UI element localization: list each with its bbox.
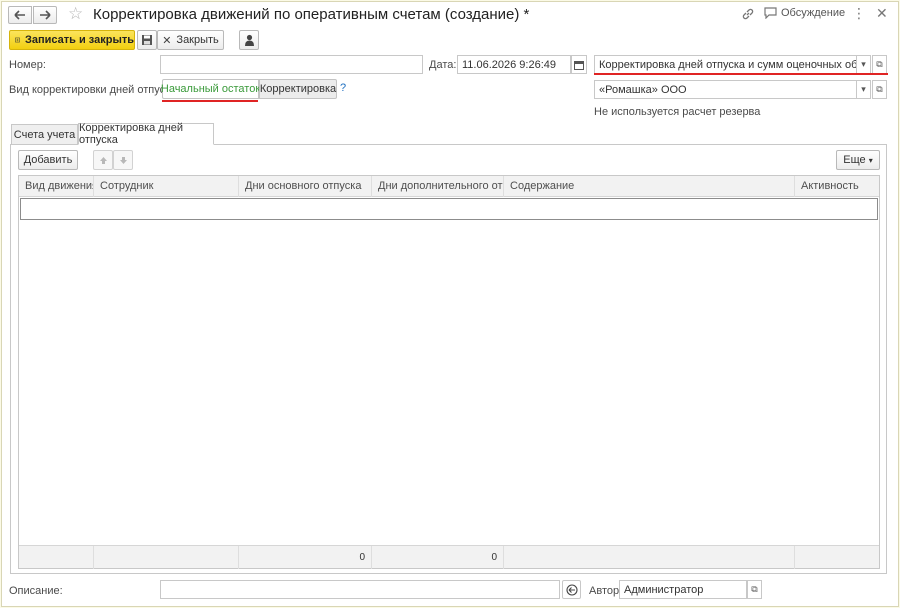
discussion-button[interactable]: Обсуждение: [764, 7, 845, 19]
operation-type-select[interactable]: Корректировка дней отпуска и сумм оценоч…: [594, 55, 857, 74]
column-header-content[interactable]: Содержание: [504, 176, 795, 197]
operation-type-open-button[interactable]: ⧉: [872, 55, 887, 74]
description-label: Описание:: [9, 585, 63, 597]
save-close-icon: [15, 37, 20, 43]
description-edit-button[interactable]: [562, 580, 581, 599]
author-label: Автор:: [589, 585, 623, 597]
adjust-kind-option-initial-label: Начальный остаток: [160, 83, 261, 95]
arrow-down-icon: [119, 156, 127, 164]
tab-accounts-label: Счета учета: [13, 128, 76, 141]
window-title: Корректировка движений по оперативным сч…: [93, 6, 530, 23]
operation-type-dropdown-button[interactable]: ▾: [856, 55, 871, 74]
adjust-kind-option-correction-label: Корректировка: [259, 83, 337, 95]
number-input[interactable]: [160, 55, 423, 74]
discussion-label: Обсуждение: [781, 7, 846, 19]
more-label: Еще: [843, 154, 866, 166]
save-and-close-label: Записать и закрыть: [24, 34, 134, 46]
tab-vacation-days[interactable]: Корректировка дней отпуска: [78, 122, 214, 146]
column-header-activity[interactable]: Активность: [795, 176, 879, 197]
date-label: Дата:: [429, 59, 457, 71]
date-input[interactable]: 11.06.2026 9:26:49: [457, 55, 571, 74]
tab-accounts[interactable]: Счета учета: [11, 124, 78, 144]
footer-movement-type: [19, 546, 94, 569]
adjust-kind-option-initial[interactable]: Начальный остаток: [160, 79, 261, 99]
footer-additional-vacation-days-total: 0: [372, 546, 504, 569]
organization-select[interactable]: «Ромашка» ООО: [594, 80, 857, 99]
close-x-icon: ✕: [162, 34, 172, 47]
table-header: Вид движения Сотрудник Дни основного отп…: [19, 176, 879, 197]
add-button[interactable]: Добавить: [18, 150, 78, 170]
back-button[interactable]: [8, 6, 32, 24]
table-footer: 0 0: [19, 545, 879, 569]
reserve-note: Не используется расчет резерва: [594, 106, 761, 118]
person-icon: [244, 34, 254, 46]
column-header-additional-vacation-days[interactable]: Дни дополнительного отп...: [372, 176, 504, 197]
move-down-button[interactable]: [113, 150, 133, 170]
save-and-close-button[interactable]: Записать и закрыть: [9, 30, 135, 50]
close-icon[interactable]: ✕: [876, 5, 888, 21]
more-chevron-icon: ▾: [868, 155, 873, 165]
form-window: ☆ Корректировка движений по оперативным …: [1, 1, 899, 607]
arrow-up-icon: [99, 156, 107, 164]
save-button[interactable]: [137, 30, 157, 50]
table-selected-empty-row[interactable]: [20, 198, 878, 220]
organization-open-button[interactable]: ⧉: [872, 80, 887, 99]
tab-vacation-days-label: Корректировка дней отпуска: [79, 122, 184, 146]
adjust-kind-option-correction[interactable]: Корректировка: [259, 79, 337, 99]
footer-content: [504, 546, 795, 569]
favorite-star-icon[interactable]: ☆: [68, 5, 83, 23]
vacation-days-table[interactable]: Вид движения Сотрудник Дни основного отп…: [18, 175, 880, 569]
column-header-main-vacation-days[interactable]: Дни основного отпуска: [239, 176, 372, 197]
arrow-right-icon: [40, 10, 51, 20]
arrow-left-icon: [14, 10, 25, 20]
operation-type-highlight: [594, 73, 888, 75]
move-up-button[interactable]: [93, 150, 113, 170]
more-menu-icon[interactable]: ⋮: [852, 5, 866, 21]
calendar-icon: [574, 60, 584, 70]
adjust-kind-label: Вид корректировки дней отпуска:: [9, 84, 180, 96]
footer-main-vacation-days-total: 0: [239, 546, 372, 569]
add-label: Добавить: [23, 154, 73, 166]
footer-activity: [795, 546, 879, 569]
number-label: Номер:: [9, 59, 46, 71]
circle-arrow-left-icon: [565, 583, 578, 596]
adjust-kind-highlight: [162, 100, 258, 102]
author-input[interactable]: Администратор: [619, 580, 747, 599]
organization-dropdown-button[interactable]: ▾: [856, 80, 871, 99]
description-input[interactable]: [160, 580, 560, 599]
calendar-button[interactable]: [571, 55, 587, 74]
column-header-movement-type[interactable]: Вид движения: [19, 176, 94, 197]
user-structure-button[interactable]: [239, 30, 259, 50]
help-icon[interactable]: ?: [340, 82, 346, 94]
tab-panel: Добавить Еще ▾ Вид движения Сотрудник Дн…: [10, 144, 887, 574]
chat-icon: [764, 7, 777, 19]
footer-employee: [94, 546, 239, 569]
more-button[interactable]: Еще ▾: [836, 150, 880, 170]
column-header-employee[interactable]: Сотрудник: [94, 176, 239, 197]
link-icon[interactable]: [741, 7, 755, 24]
close-button[interactable]: ✕ Закрыть: [157, 30, 224, 50]
forward-button[interactable]: [33, 6, 57, 24]
close-label: Закрыть: [176, 34, 219, 46]
floppy-disk-icon: [142, 35, 152, 45]
author-open-button[interactable]: ⧉: [747, 580, 762, 599]
